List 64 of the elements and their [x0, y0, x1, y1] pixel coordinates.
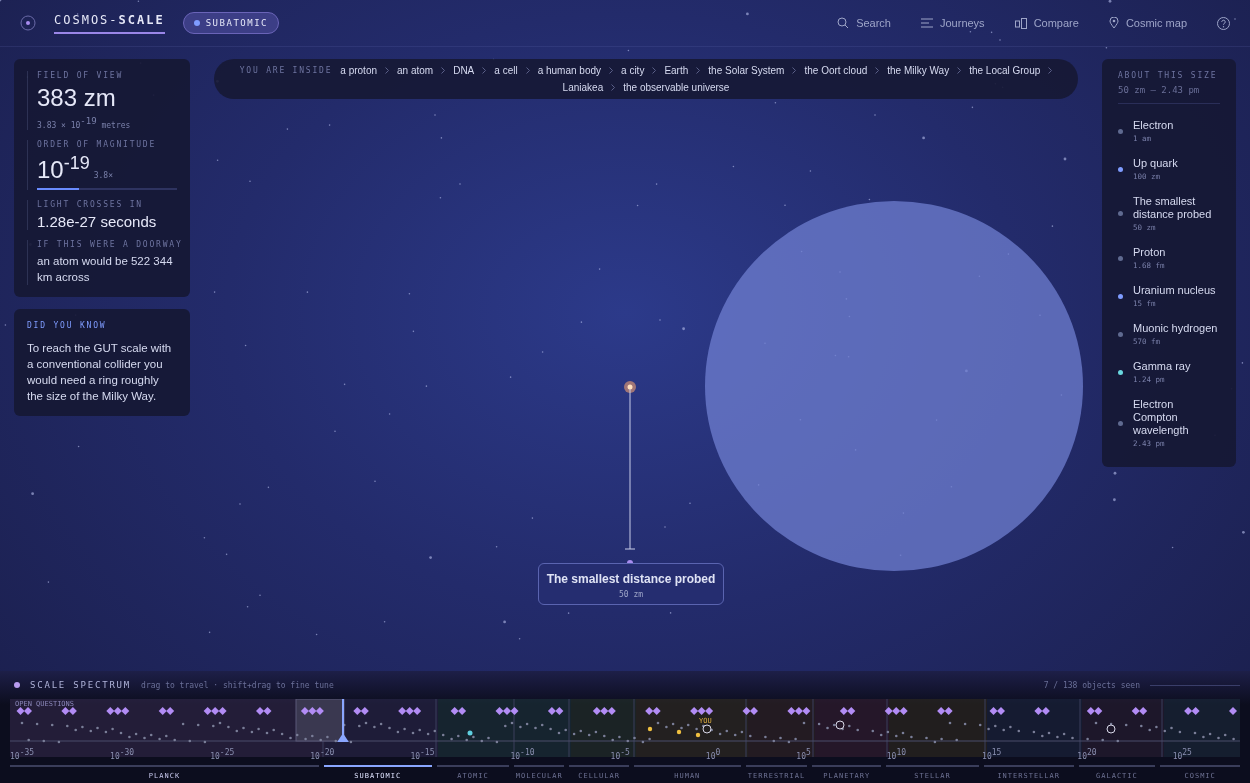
object-name[interactable]: Gamma ray — [1133, 360, 1191, 373]
object-name[interactable]: Up quark — [1133, 157, 1178, 170]
spectrum-title: SCALE SPECTRUM — [30, 680, 132, 690]
compare-icon — [1014, 17, 1027, 29]
breadcrumb-link[interactable]: a city — [621, 65, 645, 76]
chevron-icon — [875, 67, 880, 74]
chevron-icon — [441, 67, 446, 74]
pin-icon — [1108, 17, 1119, 29]
stat-label: FIELD OF VIEW — [37, 71, 124, 80]
magnitude-factor: 3.8× — [93, 170, 113, 180]
spectrum-hint: drag to travel · shift+drag to fine tune — [141, 680, 334, 690]
breadcrumb-link[interactable]: the Solar System — [708, 65, 785, 76]
chevron-icon — [652, 67, 657, 74]
nav-link[interactable]: Compare — [1014, 17, 1079, 29]
chevron-icon — [482, 67, 487, 74]
chevron-icon — [1048, 67, 1053, 74]
logo[interactable]: COSMOS-SCALE — [54, 12, 165, 34]
breadcrumb-link[interactable]: the Oort cloud — [804, 65, 868, 76]
search-icon — [837, 17, 850, 29]
stat-value: 383 zm — [37, 84, 117, 112]
stat-label: LIGHT CROSSES IN — [37, 199, 144, 209]
chevron-icon — [792, 67, 797, 74]
stat-value: 1.28e-27 seconds — [37, 212, 158, 230]
chevron-icon — [525, 67, 530, 74]
nav-link[interactable]: Journeys — [921, 17, 985, 29]
objects-seen: 7 / 138 objects seen — [1043, 680, 1140, 690]
spectrum-drawing[interactable] — [10, 699, 1240, 757]
object-name[interactable]: Uranium nucleus — [1133, 284, 1216, 297]
fact-text: To reach the GUT scale with a conventional collider you would need a ring roughly the size of the Milky Way. — [27, 340, 173, 404]
tooltip-size: 50 zm — [618, 590, 644, 599]
breadcrumb-link[interactable]: DNA — [453, 65, 475, 76]
object-name[interactable]: Proton — [1133, 246, 1166, 259]
fact-label: DID YOU KNOW — [27, 320, 108, 330]
chevron-icon — [609, 67, 614, 74]
chevron-icon — [385, 67, 390, 74]
tooltip-title: The smallest distance probed — [546, 572, 716, 586]
scale-badge: SUBATOMIC — [182, 12, 279, 34]
chevron-icon — [957, 67, 962, 74]
breadcrumb-link[interactable]: an atom — [397, 65, 434, 76]
size-range: 50 zm – 2.43 pm — [1118, 85, 1220, 104]
breadcrumb-link[interactable]: the observable universe — [623, 82, 730, 93]
magnitude-value: 10$^{-19}$ — [37, 152, 90, 184]
logo-icon — [20, 15, 36, 31]
size-panel-label: ABOUT THIS SIZE — [1118, 71, 1219, 80]
object-name[interactable]: Electron — [1133, 119, 1174, 132]
breadcrumb-link[interactable]: the Milky Way — [887, 65, 950, 76]
breadcrumb-link[interactable]: a proton — [340, 65, 378, 76]
breadcrumb-link[interactable]: the Local Group — [969, 65, 1041, 76]
nav-link[interactable]: Search — [837, 17, 891, 29]
help-icon[interactable] — [1217, 16, 1230, 30]
list-icon — [921, 18, 933, 28]
object-name[interactable]: Muonic hydrogen — [1133, 322, 1218, 335]
breadcrumb-label: YOU ARE INSIDE — [239, 66, 333, 75]
object-name[interactable]: Electron Compton wavelength — [1133, 398, 1220, 437]
breadcrumb-link[interactable]: a cell — [494, 65, 518, 76]
stat-label: ORDER OF MAGNITUDE — [37, 139, 158, 149]
breadcrumb-link[interactable]: Laniakea — [562, 82, 604, 93]
doorway-sentence: an atom would be 522 344 km across — [37, 253, 174, 285]
chevron-icon — [696, 67, 701, 74]
breadcrumb-link[interactable]: Earth — [664, 65, 689, 76]
chevron-icon — [611, 84, 616, 91]
breadcrumb-link[interactable]: a human body — [537, 65, 602, 76]
nav-link[interactable]: Cosmic map — [1108, 17, 1187, 29]
object-name[interactable]: The smallest distance probed — [1133, 195, 1220, 221]
